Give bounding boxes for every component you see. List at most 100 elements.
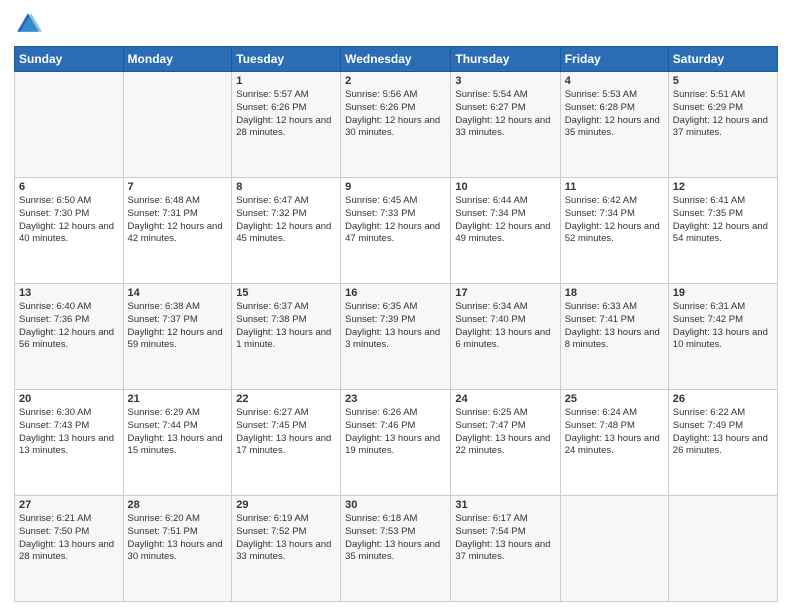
calendar-cell: 7 Sunrise: 6:48 AM Sunset: 7:31 PM Daylig… [123, 178, 232, 284]
weekday-header-sunday: Sunday [15, 47, 124, 72]
calendar-cell [15, 72, 124, 178]
calendar-cell: 15 Sunrise: 6:37 AM Sunset: 7:38 PM Dayli… [232, 284, 341, 390]
calendar-week-4: 20 Sunrise: 6:30 AM Sunset: 7:43 PM Dayli… [15, 390, 778, 496]
day-number: 26 [673, 393, 773, 405]
day-number: 22 [236, 393, 336, 405]
day-number: 25 [565, 393, 664, 405]
day-number: 12 [673, 181, 773, 193]
day-info: Sunrise: 6:20 AM Sunset: 7:51 PM Dayligh… [128, 513, 228, 564]
calendar-cell: 10 Sunrise: 6:44 AM Sunset: 7:34 PM Dayli… [451, 178, 560, 284]
day-info: Sunrise: 6:38 AM Sunset: 7:37 PM Dayligh… [128, 301, 228, 352]
calendar-cell: 19 Sunrise: 6:31 AM Sunset: 7:42 PM Dayli… [668, 284, 777, 390]
day-info: Sunrise: 6:48 AM Sunset: 7:31 PM Dayligh… [128, 195, 228, 246]
calendar-cell: 3Sunrise: 5:54 AM Sunset: 6:27 PM Daylig… [451, 72, 560, 178]
calendar-cell: 20 Sunrise: 6:30 AM Sunset: 7:43 PM Dayli… [15, 390, 124, 496]
day-info: Sunrise: 6:44 AM Sunset: 7:34 PM Dayligh… [455, 195, 555, 246]
day-info: Sunrise: 6:47 AM Sunset: 7:32 PM Dayligh… [236, 195, 336, 246]
logo-icon [14, 10, 42, 38]
day-number: 24 [455, 393, 555, 405]
day-info: Sunrise: 6:40 AM Sunset: 7:36 PM Dayligh… [19, 301, 119, 352]
calendar-cell: 24 Sunrise: 6:25 AM Sunset: 7:47 PM Dayli… [451, 390, 560, 496]
day-info: Sunrise: 5:53 AM Sunset: 6:28 PM Dayligh… [565, 89, 664, 140]
day-info: Sunrise: 6:35 AM Sunset: 7:39 PM Dayligh… [345, 301, 446, 352]
calendar-cell: 14 Sunrise: 6:38 AM Sunset: 7:37 PM Dayli… [123, 284, 232, 390]
calendar-cell: 25Sunrise: 6:24 AM Sunset: 7:48 PM Dayli… [560, 390, 668, 496]
day-number: 8 [236, 181, 336, 193]
day-number: 18 [565, 287, 664, 299]
day-number: 10 [455, 181, 555, 193]
day-info: Sunrise: 6:37 AM Sunset: 7:38 PM Dayligh… [236, 301, 336, 352]
header [14, 10, 778, 38]
day-info: Sunrise: 6:21 AM Sunset: 7:50 PM Dayligh… [19, 513, 119, 564]
day-info: Sunrise: 6:27 AM Sunset: 7:45 PM Dayligh… [236, 407, 336, 458]
day-info: Sunrise: 6:19 AM Sunset: 7:52 PM Dayligh… [236, 513, 336, 564]
calendar-cell: 5Sunrise: 5:51 AM Sunset: 6:29 PM Daylig… [668, 72, 777, 178]
day-info: Sunrise: 6:18 AM Sunset: 7:53 PM Dayligh… [345, 513, 446, 564]
weekday-header-saturday: Saturday [668, 47, 777, 72]
day-number: 27 [19, 499, 119, 511]
calendar-cell: 22 Sunrise: 6:27 AM Sunset: 7:45 PM Dayli… [232, 390, 341, 496]
calendar-header: SundayMondayTuesdayWednesdayThursdayFrid… [15, 47, 778, 72]
day-number: 16 [345, 287, 446, 299]
calendar-cell: 4Sunrise: 5:53 AM Sunset: 6:28 PM Daylig… [560, 72, 668, 178]
day-number: 28 [128, 499, 228, 511]
weekday-header-friday: Friday [560, 47, 668, 72]
day-info: Sunrise: 6:22 AM Sunset: 7:49 PM Dayligh… [673, 407, 773, 458]
day-info: Sunrise: 6:17 AM Sunset: 7:54 PM Dayligh… [455, 513, 555, 564]
logo [14, 10, 46, 38]
calendar-cell: 8 Sunrise: 6:47 AM Sunset: 7:32 PM Daylig… [232, 178, 341, 284]
calendar-cell: 29 Sunrise: 6:19 AM Sunset: 7:52 PM Dayli… [232, 496, 341, 602]
day-info: Sunrise: 6:30 AM Sunset: 7:43 PM Dayligh… [19, 407, 119, 458]
day-info: Sunrise: 6:50 AM Sunset: 7:30 PM Dayligh… [19, 195, 119, 246]
weekday-header-row: SundayMondayTuesdayWednesdayThursdayFrid… [15, 47, 778, 72]
day-number: 30 [345, 499, 446, 511]
day-info: Sunrise: 5:56 AM Sunset: 6:26 PM Dayligh… [345, 89, 446, 140]
day-number: 1 [236, 75, 336, 87]
calendar-cell: 9 Sunrise: 6:45 AM Sunset: 7:33 PM Daylig… [341, 178, 451, 284]
page: SundayMondayTuesdayWednesdayThursdayFrid… [0, 0, 792, 612]
day-info: Sunrise: 6:25 AM Sunset: 7:47 PM Dayligh… [455, 407, 555, 458]
day-number: 23 [345, 393, 446, 405]
day-number: 29 [236, 499, 336, 511]
calendar-cell: 31Sunrise: 6:17 AM Sunset: 7:54 PM Dayli… [451, 496, 560, 602]
day-info: Sunrise: 6:31 AM Sunset: 7:42 PM Dayligh… [673, 301, 773, 352]
calendar-week-1: 1 Sunrise: 5:57 AM Sunset: 6:26 PM Daylig… [15, 72, 778, 178]
weekday-header-wednesday: Wednesday [341, 47, 451, 72]
day-info: Sunrise: 5:57 AM Sunset: 6:26 PM Dayligh… [236, 89, 336, 140]
calendar-cell: 1 Sunrise: 5:57 AM Sunset: 6:26 PM Daylig… [232, 72, 341, 178]
calendar-cell: 16 Sunrise: 6:35 AM Sunset: 7:39 PM Dayli… [341, 284, 451, 390]
calendar-cell: 21Sunrise: 6:29 AM Sunset: 7:44 PM Dayli… [123, 390, 232, 496]
day-info: Sunrise: 6:45 AM Sunset: 7:33 PM Dayligh… [345, 195, 446, 246]
calendar-week-2: 6Sunrise: 6:50 AM Sunset: 7:30 PM Daylig… [15, 178, 778, 284]
calendar-cell: 17Sunrise: 6:34 AM Sunset: 7:40 PM Dayli… [451, 284, 560, 390]
calendar-cell: 23 Sunrise: 6:26 AM Sunset: 7:46 PM Dayli… [341, 390, 451, 496]
day-number: 2 [345, 75, 446, 87]
calendar-cell [560, 496, 668, 602]
weekday-header-tuesday: Tuesday [232, 47, 341, 72]
day-number: 9 [345, 181, 446, 193]
day-number: 7 [128, 181, 228, 193]
calendar-cell: 2 Sunrise: 5:56 AM Sunset: 6:26 PM Daylig… [341, 72, 451, 178]
calendar-week-3: 13Sunrise: 6:40 AM Sunset: 7:36 PM Dayli… [15, 284, 778, 390]
calendar-cell: 27 Sunrise: 6:21 AM Sunset: 7:50 PM Dayli… [15, 496, 124, 602]
calendar-cell: 11 Sunrise: 6:42 AM Sunset: 7:34 PM Dayli… [560, 178, 668, 284]
calendar-cell: 28 Sunrise: 6:20 AM Sunset: 7:51 PM Dayli… [123, 496, 232, 602]
calendar-cell: 6Sunrise: 6:50 AM Sunset: 7:30 PM Daylig… [15, 178, 124, 284]
calendar-week-5: 27 Sunrise: 6:21 AM Sunset: 7:50 PM Dayli… [15, 496, 778, 602]
day-number: 14 [128, 287, 228, 299]
day-number: 19 [673, 287, 773, 299]
weekday-header-monday: Monday [123, 47, 232, 72]
day-number: 20 [19, 393, 119, 405]
calendar-body: 1 Sunrise: 5:57 AM Sunset: 6:26 PM Daylig… [15, 72, 778, 602]
calendar-cell: 26 Sunrise: 6:22 AM Sunset: 7:49 PM Dayli… [668, 390, 777, 496]
day-info: Sunrise: 6:34 AM Sunset: 7:40 PM Dayligh… [455, 301, 555, 352]
weekday-header-thursday: Thursday [451, 47, 560, 72]
day-number: 15 [236, 287, 336, 299]
calendar-cell: 18Sunrise: 6:33 AM Sunset: 7:41 PM Dayli… [560, 284, 668, 390]
day-number: 3 [455, 75, 555, 87]
day-info: Sunrise: 6:42 AM Sunset: 7:34 PM Dayligh… [565, 195, 664, 246]
calendar-table: SundayMondayTuesdayWednesdayThursdayFrid… [14, 46, 778, 602]
day-info: Sunrise: 6:41 AM Sunset: 7:35 PM Dayligh… [673, 195, 773, 246]
day-number: 11 [565, 181, 664, 193]
day-info: Sunrise: 6:26 AM Sunset: 7:46 PM Dayligh… [345, 407, 446, 458]
